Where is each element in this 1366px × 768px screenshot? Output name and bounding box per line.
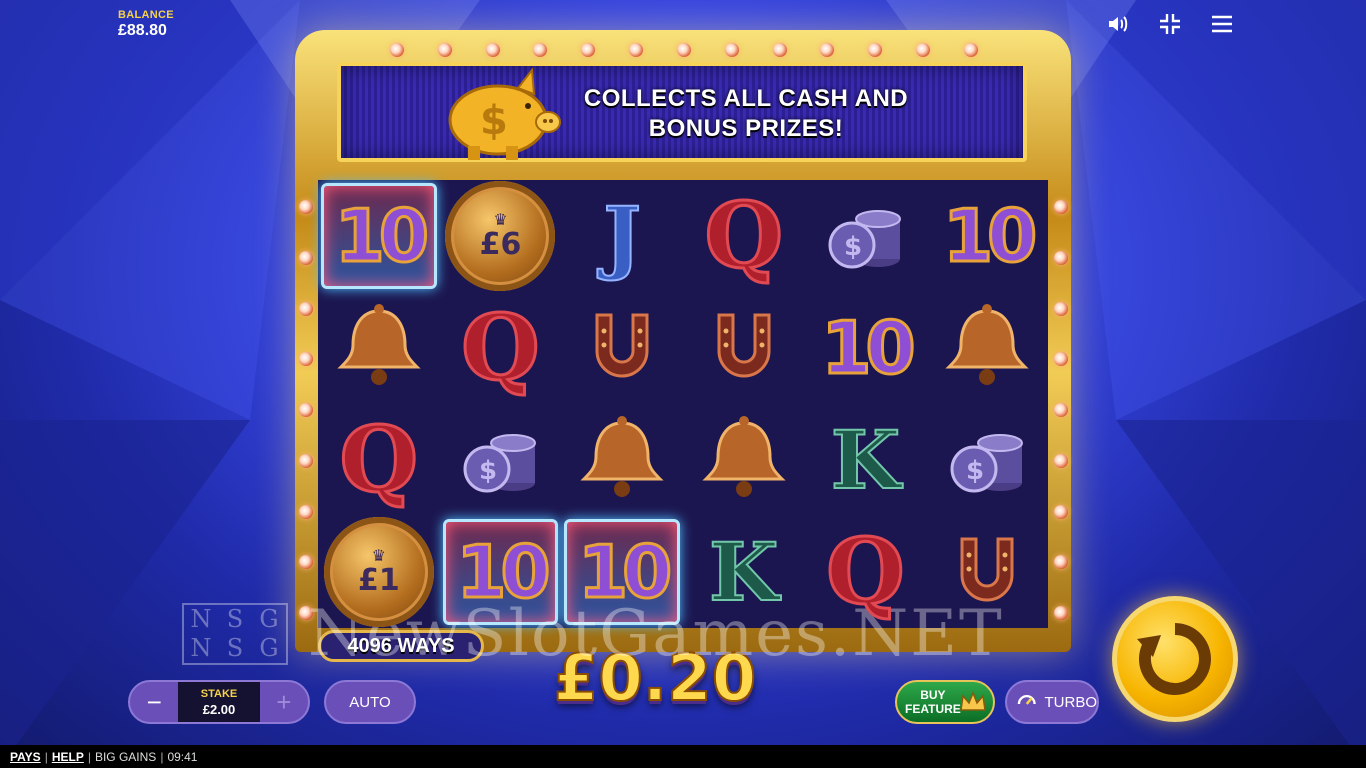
minimize-icon[interactable]	[1156, 10, 1184, 38]
reel-cell: 10	[561, 516, 683, 628]
reel-cell: 10	[926, 180, 1048, 292]
stake-label: STAKE	[200, 687, 238, 700]
reel-cell: $	[926, 404, 1048, 516]
reel-cell: K	[805, 404, 927, 516]
top-controls	[1104, 10, 1236, 38]
reel-cell: $	[805, 180, 927, 292]
reel-cell: 10	[440, 516, 562, 628]
right-lights	[1051, 200, 1071, 620]
horseshoe-icon	[577, 301, 667, 395]
footer-bar: PAYS | HELP | BIG GAINS | 09:41	[0, 745, 1366, 768]
horseshoe-icon	[699, 301, 789, 395]
reel-cell	[683, 292, 805, 404]
buy-feature-line-2: FEATURE	[905, 702, 961, 716]
help-link[interactable]: HELP	[52, 750, 84, 764]
crown-icon	[960, 690, 986, 711]
horseshoe-icon	[942, 525, 1032, 619]
reel-grid: 10 ♛ £6 J Q $10 Q 10 Q $ K $ ♛ £1 10 10 K Q	[318, 180, 1048, 628]
spin-arrows-icon	[1137, 623, 1211, 695]
reel-cell	[318, 292, 440, 404]
cash-coin-symbol: ♛ £1	[323, 517, 434, 627]
coin-stack-icon: $	[455, 413, 545, 507]
reel-cell	[926, 292, 1048, 404]
turbo-button[interactable]: TURBO	[1005, 680, 1099, 724]
reel-cell: Q	[683, 180, 805, 292]
ten-symbol: 10	[333, 193, 430, 280]
left-lights	[296, 200, 316, 620]
queen-symbol: Q	[825, 518, 906, 627]
sound-icon[interactable]	[1104, 10, 1132, 38]
reel-cell: Q	[318, 404, 440, 516]
queen-symbol: Q	[703, 182, 784, 291]
ten-symbol: 10	[455, 529, 552, 616]
ten-symbol: 10	[820, 305, 917, 392]
reel-cell: ♛ £1	[318, 516, 440, 628]
ten-symbol: 10	[942, 193, 1039, 280]
svg-text:$: $	[844, 232, 862, 262]
banner-line-1: COLLECTS ALL CASH AND	[583, 85, 909, 112]
stake-control: − STAKE £2.00 +	[128, 680, 310, 724]
coin-stack-icon: $	[820, 189, 910, 283]
menu-icon[interactable]	[1208, 10, 1236, 38]
banner-text: COLLECTS ALL CASH AND BONUS PRIZES!	[560, 84, 932, 144]
bell-icon	[334, 301, 424, 395]
reel-cell	[683, 404, 805, 516]
turbo-label: TURBO	[1044, 693, 1098, 711]
balance-value: £88.80	[118, 22, 167, 39]
win-amount: £0.20	[553, 641, 757, 717]
reel-cell	[561, 292, 683, 404]
reel-cell: 10	[318, 180, 440, 292]
stake-decrease-button[interactable]: −	[130, 682, 178, 722]
bell-icon	[577, 413, 667, 507]
turbo-icon	[1017, 695, 1036, 705]
balance-label: BALANCE	[118, 9, 174, 21]
game-name: BIG GAINS	[94, 749, 157, 764]
reel-cell: Q	[805, 516, 927, 628]
svg-text:$: $	[966, 456, 984, 486]
bell-icon	[942, 301, 1032, 395]
reel-cell: K	[683, 516, 805, 628]
queen-symbol: Q	[460, 294, 541, 403]
coin-stack-icon: $	[942, 413, 1032, 507]
clock: 09:41	[167, 749, 198, 764]
queen-symbol: Q	[338, 406, 419, 515]
cash-coin-symbol: ♛ £6	[445, 181, 556, 291]
ways-badge: 4096 WAYS	[318, 630, 484, 662]
stake-value: £2.00	[202, 701, 236, 717]
king-symbol: K	[830, 412, 902, 508]
reel-cell: J	[561, 180, 683, 292]
reel-cell	[926, 516, 1048, 628]
reel-cell: ♛ £6	[440, 180, 562, 292]
king-symbol: K	[708, 524, 780, 620]
svg-text:$: $	[479, 456, 497, 486]
svg-text:$: $	[480, 98, 508, 144]
reel-cell: $	[440, 404, 562, 516]
stake-increase-button[interactable]: +	[260, 682, 308, 722]
top-lights	[370, 38, 998, 62]
balance-display: BALANCE £88.80	[118, 9, 174, 40]
buy-feature-button[interactable]: BUY FEATURE	[895, 680, 995, 724]
reel-cell: 10	[805, 292, 927, 404]
buy-feature-line-1: BUY	[920, 688, 946, 702]
jack-symbol: J	[602, 188, 642, 284]
watermark-logo: NSG NSG	[182, 603, 288, 665]
pays-link[interactable]: PAYS	[10, 750, 41, 764]
auto-button[interactable]: AUTO	[324, 680, 416, 724]
bell-icon	[699, 413, 789, 507]
stake-display: STAKE £2.00	[178, 682, 260, 722]
banner-line-2: BONUS PRIZES!	[648, 115, 844, 142]
ten-symbol: 10	[577, 529, 674, 616]
reel-cell	[561, 404, 683, 516]
piggy-bank-icon: $	[440, 64, 564, 164]
spin-button[interactable]	[1112, 596, 1238, 722]
reel-cell: Q	[440, 292, 562, 404]
